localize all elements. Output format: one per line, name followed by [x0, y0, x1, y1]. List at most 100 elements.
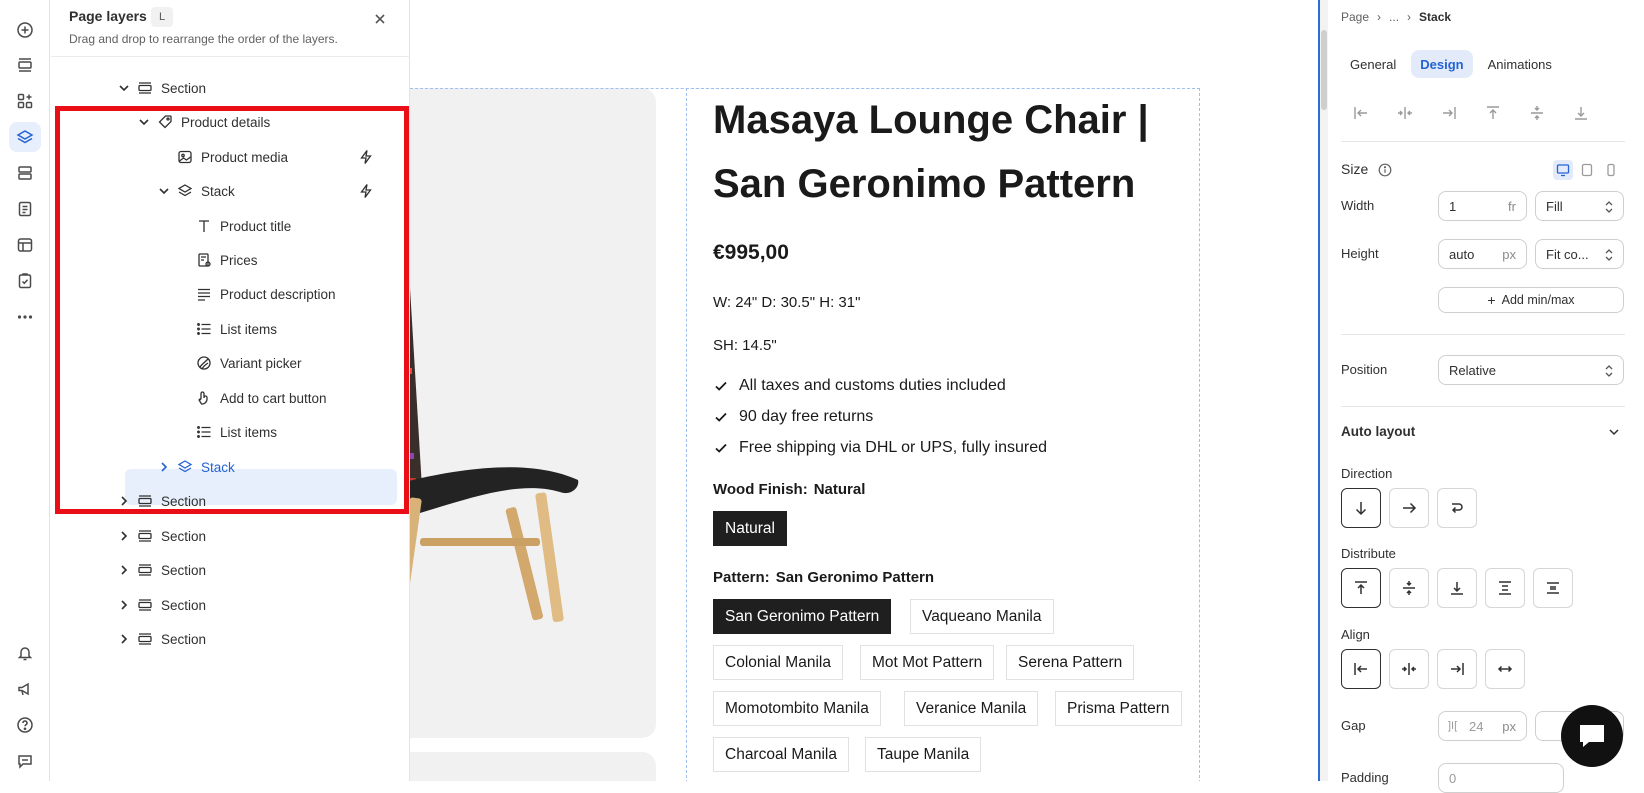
chevron-down-icon[interactable]	[117, 81, 131, 95]
chevron-right-icon[interactable]	[117, 563, 131, 577]
pattern-chip[interactable]: Mot Mot Pattern	[860, 645, 995, 680]
product-image-secondary[interactable]	[410, 752, 656, 781]
distribute-center-button[interactable]	[1389, 568, 1429, 608]
product-dimensions[interactable]: W: 24" D: 30.5" H: 31"	[713, 294, 860, 311]
tab-design[interactable]: Design	[1411, 50, 1473, 78]
breadcrumb-item[interactable]: ...	[1389, 10, 1399, 24]
add-icon[interactable]	[9, 15, 41, 45]
wood-finish-chip[interactable]: Natural	[713, 511, 787, 546]
layer-row[interactable]: Add to cart button	[51, 380, 410, 416]
inspector-scrollbar-thumb[interactable]	[1321, 30, 1327, 110]
support-chat-button[interactable]	[1561, 705, 1623, 767]
apps-icon[interactable]	[9, 86, 41, 116]
layer-row[interactable]: Stack	[51, 449, 410, 485]
templates-icon[interactable]	[9, 158, 41, 188]
width-input[interactable]: 1 fr	[1438, 191, 1527, 221]
auto-layout-heading[interactable]: Auto layout	[1341, 424, 1415, 439]
chevron-right-icon[interactable]	[117, 598, 131, 612]
store-icon[interactable]	[9, 230, 41, 260]
close-icon[interactable]	[370, 9, 390, 29]
direction-vertical-button[interactable]	[1341, 488, 1381, 528]
layers-icon[interactable]	[9, 122, 41, 152]
bolt-icon[interactable]	[358, 149, 374, 165]
pattern-chip[interactable]: Serena Pattern	[1006, 645, 1135, 680]
layer-row[interactable]: Section	[51, 552, 410, 588]
layer-row[interactable]: Product details	[51, 104, 410, 140]
layer-row[interactable]: Product description	[51, 276, 410, 312]
feature-item[interactable]: Free shipping via DHL or UPS, fully insu…	[713, 436, 1047, 460]
help-icon[interactable]	[9, 710, 41, 740]
pattern-chip[interactable]: San Geronimo Pattern	[713, 599, 892, 634]
bolt-icon[interactable]	[358, 183, 374, 199]
pattern-chip[interactable]: Veranice Manila	[904, 691, 1039, 726]
layer-row[interactable]: Section	[51, 587, 410, 623]
layer-row[interactable]: Stack	[51, 173, 410, 209]
pages-icon[interactable]	[9, 194, 41, 224]
align-center-v-icon[interactable]	[1528, 104, 1546, 122]
pattern-chip[interactable]: Charcoal Manila	[713, 737, 849, 772]
pattern-chip[interactable]: Momotombito Manila	[713, 691, 881, 726]
tab-general[interactable]: General	[1341, 50, 1405, 78]
layer-row[interactable]: Section	[51, 70, 410, 106]
chat-icon[interactable]	[9, 746, 41, 776]
feature-item[interactable]: 90 day free returns	[713, 405, 873, 429]
distribute-space-between-button[interactable]	[1485, 568, 1525, 608]
layer-row[interactable]: Section	[51, 483, 410, 519]
chevron-right-icon[interactable]	[117, 529, 131, 543]
align-start-button[interactable]	[1341, 649, 1381, 689]
layer-row[interactable]: List items	[51, 311, 410, 347]
layer-row[interactable]: Section	[51, 518, 410, 554]
chevron-down-icon[interactable]	[137, 115, 151, 129]
pattern-chip[interactable]: Vaqueano Manila	[910, 599, 1054, 634]
chevron-down-icon[interactable]	[1606, 424, 1622, 440]
align-left-icon[interactable]	[1352, 104, 1370, 122]
align-right-icon[interactable]	[1440, 104, 1458, 122]
tablet-icon[interactable]	[1577, 160, 1597, 180]
announcements-icon[interactable]	[9, 674, 41, 704]
product-price[interactable]: €995,00	[713, 241, 789, 265]
layer-row[interactable]: Section	[51, 621, 410, 657]
distribute-end-button[interactable]	[1437, 568, 1477, 608]
pattern-chip[interactable]: Taupe Manila	[865, 737, 982, 772]
height-mode-select[interactable]: Fit co...	[1535, 239, 1624, 269]
layer-row[interactable]: Variant picker	[51, 345, 410, 381]
product-title[interactable]: Masaya Lounge Chair | San Geronimo Patte…	[713, 88, 1193, 216]
chevron-down-icon[interactable]	[157, 184, 171, 198]
product-image[interactable]	[410, 88, 656, 738]
pattern-chip[interactable]: Colonial Manila	[713, 645, 843, 680]
height-input[interactable]: auto px	[1438, 239, 1527, 269]
layer-row[interactable]: List items	[51, 414, 410, 450]
more-icon[interactable]	[9, 302, 41, 332]
feature-item[interactable]: All taxes and customs duties included	[713, 374, 1006, 398]
distribute-space-around-button[interactable]	[1533, 568, 1573, 608]
padding-input[interactable]: 0	[1438, 763, 1564, 793]
chevron-right-icon[interactable]	[117, 632, 131, 646]
direction-horizontal-button[interactable]	[1389, 488, 1429, 528]
checklist-icon[interactable]	[9, 266, 41, 296]
pattern-chip[interactable]: Prisma Pattern	[1055, 691, 1182, 726]
layer-row[interactable]: Product title	[51, 208, 410, 244]
notifications-icon[interactable]	[9, 638, 41, 668]
align-end-button[interactable]	[1437, 649, 1477, 689]
gap-input[interactable]: ]I[ 24 px	[1438, 711, 1527, 741]
info-icon[interactable]	[1378, 163, 1392, 177]
position-select[interactable]: Relative	[1438, 355, 1624, 385]
distribute-start-button[interactable]	[1341, 568, 1381, 608]
direction-wrap-button[interactable]	[1437, 488, 1477, 528]
breadcrumb-item[interactable]: Page	[1341, 10, 1369, 24]
align-center-h-icon[interactable]	[1396, 104, 1414, 122]
add-min-max-button[interactable]: + Add min/max	[1438, 287, 1624, 313]
align-center-button[interactable]	[1389, 649, 1429, 689]
inspector-scrollbar-track[interactable]	[1320, 0, 1328, 781]
tab-animations[interactable]: Animations	[1479, 50, 1561, 78]
sections-icon[interactable]	[9, 50, 41, 80]
product-seat-height[interactable]: SH: 14.5"	[713, 337, 777, 354]
layer-row[interactable]: Prices	[51, 242, 410, 278]
chevron-right-icon[interactable]	[117, 494, 131, 508]
layer-row[interactable]: Product media	[51, 139, 410, 175]
align-stretch-button[interactable]	[1485, 649, 1525, 689]
align-bottom-icon[interactable]	[1572, 104, 1590, 122]
mobile-icon[interactable]	[1601, 160, 1621, 180]
chevron-right-icon[interactable]	[157, 460, 171, 474]
desktop-icon[interactable]	[1553, 160, 1573, 180]
